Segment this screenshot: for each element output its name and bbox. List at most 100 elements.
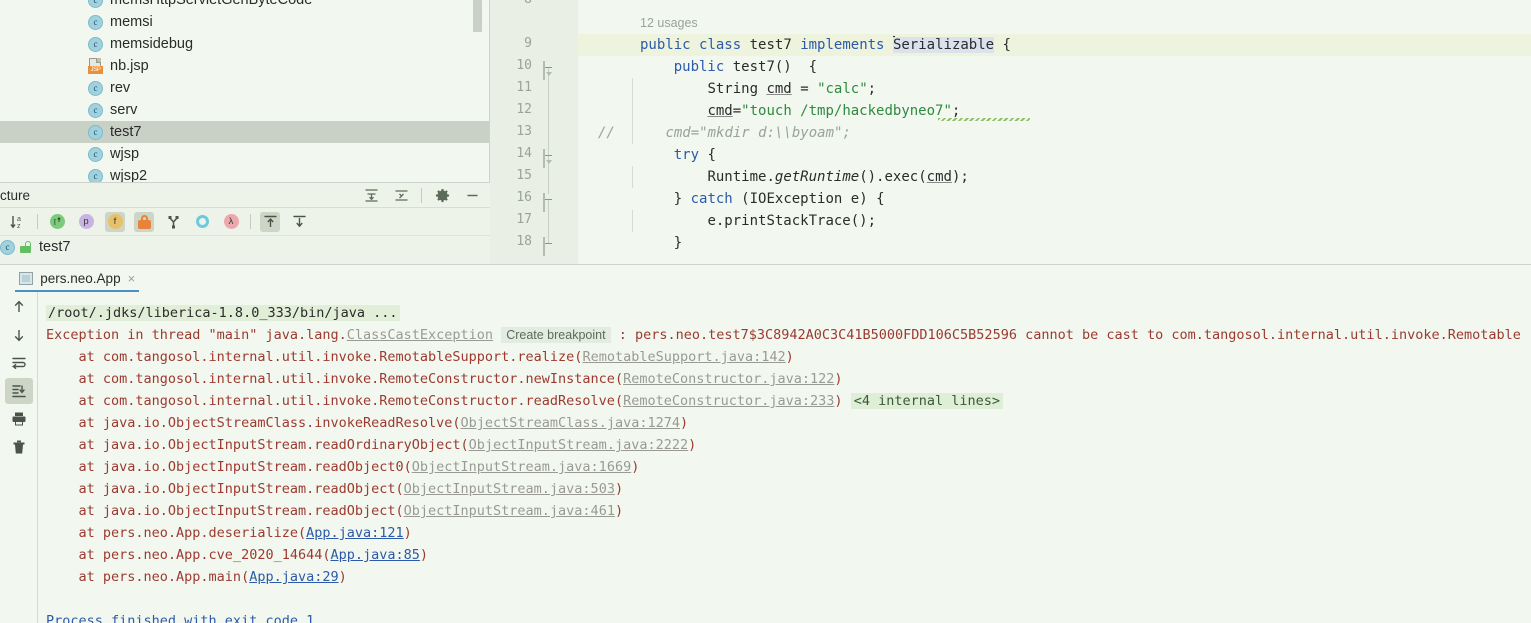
line-number: 9 — [524, 36, 532, 51]
create-breakpoint-inlay[interactable]: Create breakpoint — [501, 327, 611, 343]
scroll-to-end-icon[interactable] — [4, 378, 33, 404]
frame-suffix: ) — [403, 525, 412, 541]
tree-item[interactable]: c serv — [0, 99, 490, 121]
line-number: 12 — [516, 102, 532, 117]
console-output[interactable]: /root/.jdks/liberica-1.8.0_333/bin/java … — [38, 292, 1531, 623]
exception-var: e — [850, 191, 860, 207]
line-number: 11 — [516, 80, 532, 95]
variable-cmd: cmd — [707, 103, 733, 119]
svg-text:z: z — [17, 223, 21, 230]
sort-alphabetically-icon[interactable]: a z — [8, 212, 28, 232]
tree-item-test7[interactable]: c test7 — [0, 121, 490, 143]
fold-marker[interactable] — [543, 149, 554, 168]
line-number: 13 — [516, 124, 532, 139]
run-panel: n: pers.neo.App × — [0, 264, 1531, 623]
frame-link[interactable]: App.java:29 — [249, 569, 338, 585]
keyword-class: class — [699, 37, 742, 53]
editor-gutter[interactable]: 8 9 10 11 12 13 14 15 16 17 18 — [490, 0, 578, 264]
class-icon: c — [88, 0, 103, 8]
class-icon: c — [88, 146, 103, 162]
code-editor[interactable]: 8 9 10 11 12 13 14 15 16 17 18 — [490, 0, 1531, 264]
show-non-public-icon[interactable] — [134, 211, 154, 232]
minimize-icon[interactable] — [462, 186, 482, 206]
frame-link[interactable]: ObjectInputStream.java:503 — [404, 481, 615, 497]
collapse-all-icon[interactable] — [289, 212, 309, 232]
tree-item[interactable]: c memsi — [0, 11, 490, 33]
tree-item-label: memsidebug — [110, 36, 194, 52]
method-getruntime: getRuntime — [774, 169, 860, 185]
line-number: 10 — [516, 58, 532, 73]
run-tab-pers-neo-app[interactable]: pers.neo.App × — [11, 265, 143, 292]
frame-link[interactable]: RemoteConstructor.java:233 — [623, 393, 834, 409]
collapse-all-icon[interactable] — [391, 186, 411, 206]
open-brace: { — [808, 59, 818, 75]
soft-wrap-icon[interactable] — [5, 350, 33, 376]
class-icon: c — [88, 36, 103, 52]
console-exception-line: Exception in thread "main" java.lang.Cla… — [46, 324, 1521, 346]
frame-link[interactable]: ObjectInputStream.java:2222 — [469, 437, 688, 453]
string-literal: "touch /tmp/hackedbyneo7" — [741, 103, 952, 119]
scroll-up-icon[interactable] — [5, 294, 33, 320]
exception-type-link[interactable]: ClassCastException — [347, 327, 493, 343]
fold-marker[interactable] — [543, 193, 554, 212]
console-toolbar — [0, 292, 38, 623]
exception-type: IOException — [749, 191, 843, 207]
frame-text: at pers.neo.App.main( — [46, 569, 250, 585]
frame-link[interactable]: ObjectStreamClass.java:1274 — [461, 415, 680, 431]
fold-marker[interactable] — [543, 61, 554, 80]
scrollbar-thumb[interactable] — [473, 0, 482, 32]
constructor-name: test7() — [732, 59, 792, 75]
print-icon[interactable] — [5, 406, 33, 432]
frame-link[interactable]: App.java:85 — [330, 547, 419, 563]
type-string: String — [707, 81, 759, 97]
show-inherited-icon[interactable]: I — [47, 212, 67, 232]
gear-icon[interactable] — [432, 186, 452, 206]
comment-body: cmd="mkdir d:\\byoam"; — [665, 125, 851, 141]
frame-link[interactable]: RemotableSupport.java:142 — [582, 349, 785, 365]
frame-text: at java.io.ObjectInputStream.readObject0… — [46, 459, 412, 475]
frame-link[interactable]: ObjectInputStream.java:461 — [404, 503, 615, 519]
class-runtime: Runtime — [707, 169, 767, 185]
structure-item-test7[interactable]: c test7 — [0, 236, 490, 258]
show-fields-icon[interactable]: f — [105, 211, 125, 232]
structure-panel: ructure — [0, 182, 490, 264]
tree-item[interactable]: c memsHttpServletGenByteCode — [0, 0, 490, 11]
frame-link[interactable]: ObjectInputStream.java:1669 — [412, 459, 631, 475]
scroll-down-icon[interactable] — [5, 322, 33, 348]
print-stack-trace-call: e.printStackTrace(); — [707, 213, 877, 229]
stack-frame: at com.tangosol.internal.util.invoke.Rem… — [46, 368, 843, 390]
tree-item[interactable]: c rev — [0, 77, 490, 99]
show-properties-icon[interactable]: p — [76, 212, 96, 232]
show-interfaces-icon[interactable] — [192, 212, 212, 232]
show-anonymous-icon[interactable] — [163, 212, 183, 232]
close-brace: } — [673, 191, 683, 207]
tree-item[interactable]: c wjsp — [0, 143, 490, 165]
tree-item[interactable]: c wjsp2 — [0, 165, 490, 182]
variable-cmd: cmd — [766, 81, 792, 97]
expand-all-icon[interactable] — [361, 186, 381, 206]
fold-marker[interactable] — [543, 237, 554, 256]
frame-link[interactable]: App.java:121 — [306, 525, 404, 541]
trash-icon[interactable] — [5, 434, 33, 460]
toolbar-separator — [421, 188, 422, 203]
frame-link[interactable]: RemoteConstructor.java:122 — [623, 371, 834, 387]
frame-text: at com.tangosol.internal.util.invoke.Rem… — [46, 371, 624, 387]
line-number: 15 — [516, 168, 532, 183]
indent-guide — [632, 210, 633, 232]
svg-text:I: I — [53, 218, 56, 227]
stack-frame: at java.io.ObjectInputStream.readObject(… — [46, 478, 624, 500]
open-brace: { — [876, 191, 885, 207]
tree-item[interactable]: JSP nb.jsp — [0, 55, 490, 77]
usages-hint[interactable]: 12 usages — [640, 12, 698, 34]
close-icon[interactable]: × — [128, 272, 136, 285]
internal-lines-badge[interactable]: <4 internal lines> — [850, 393, 1003, 409]
project-tree-scrollbar[interactable] — [473, 0, 482, 182]
expand-all-icon[interactable] — [260, 211, 280, 232]
tree-item[interactable]: c memsidebug — [0, 33, 490, 55]
code-line-15: Runtime.getRuntime().exec(cmd); — [707, 169, 969, 185]
stack-frame: at java.io.ObjectInputStream.readObject(… — [46, 500, 624, 522]
structure-header: ructure — [0, 183, 490, 208]
frame-suffix: ) — [631, 459, 640, 475]
editor-text-area[interactable]: 12 usages public class test7 implements … — [578, 0, 1531, 264]
show-lambdas-icon[interactable]: λ — [221, 212, 241, 232]
